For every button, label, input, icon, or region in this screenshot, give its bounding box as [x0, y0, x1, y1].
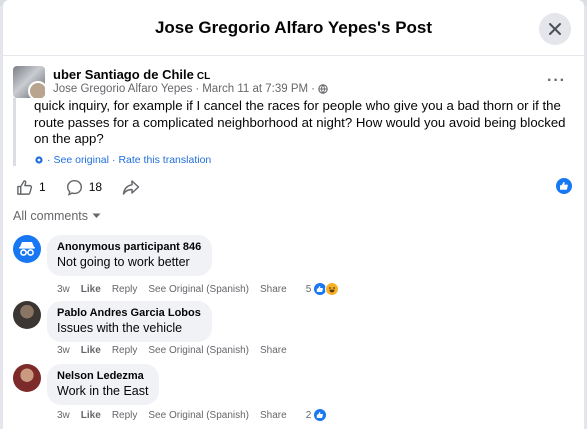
like-count: 1 [39, 180, 46, 194]
commenter-avatar[interactable] [13, 301, 41, 329]
more-options-button[interactable]: ··· [547, 72, 566, 90]
settings-icon[interactable] [34, 155, 44, 165]
comment-bubble: Anonymous participant 846 Not going to w… [47, 235, 213, 276]
meta-separator: · [195, 83, 200, 95]
page-avatar[interactable] [13, 66, 45, 98]
comment-reply-button[interactable]: Reply [112, 410, 138, 421]
comment-time[interactable]: 3w [57, 284, 70, 295]
comment-author[interactable]: Pablo Andres Garcia Lobos [57, 306, 201, 320]
anonymous-avatar[interactable] [13, 235, 41, 263]
see-original-button[interactable]: See Original (Spanish) [148, 345, 249, 356]
comment-time[interactable]: 3w [57, 345, 70, 356]
comment-actions: 3w Like Reply See Original (Spanish) Sha… [57, 282, 340, 296]
like-icon [313, 408, 328, 422]
comment-share-button[interactable]: Share [260, 284, 287, 295]
post-meta: Jose Gregorio Alfaro Yepes · March 11 at… [53, 83, 328, 95]
comment-bubble: Nelson Ledezma Work in the East [47, 364, 160, 405]
page-name[interactable]: uber Santiago de Chile CL [53, 67, 210, 82]
comment-share-button[interactable]: Share [260, 345, 287, 356]
author-name[interactable]: Jose Gregorio Alfaro Yepes [53, 83, 192, 95]
like-reaction-icon [556, 178, 572, 194]
close-button[interactable] [539, 13, 571, 45]
share-icon [122, 179, 140, 195]
translate-separator: · [111, 153, 116, 166]
comment-filter-label[interactable]: All comments [13, 209, 88, 223]
comment-reactions[interactable]: 2 [306, 408, 328, 422]
comment-time[interactable]: 3w [57, 410, 70, 421]
comment-count: 18 [88, 180, 103, 194]
close-icon [549, 23, 561, 35]
comment-like-button[interactable]: Like [81, 345, 101, 356]
comment-icon [66, 179, 82, 196]
anonymous-icon [19, 242, 35, 256]
comment-author[interactable]: Nelson Ledezma [57, 369, 148, 383]
reaction-count: 5 [305, 283, 312, 295]
page-name-text[interactable]: uber Santiago de Chile [53, 67, 194, 82]
post-dialog: Jose Gregorio Alfaro Yepes's Post uber S… [3, 0, 584, 429]
like-button[interactable]: 1 [16, 179, 46, 196]
post-date[interactable]: March 11 at 7:39 PM [202, 83, 308, 95]
comment-like-button[interactable]: Like [81, 410, 101, 421]
thumbs-up-icon [17, 179, 33, 195]
reaction-summary[interactable] [556, 178, 572, 199]
caret-down-icon [92, 213, 101, 218]
comment-text: Issues with the vehicle [57, 321, 183, 335]
comment-actions: 3w Like Reply See Original (Spanish) Sha… [57, 345, 287, 356]
share-button[interactable] [122, 179, 140, 196]
translate-separator: · [47, 153, 51, 166]
reaction-count: 2 [305, 409, 312, 421]
haha-icon [325, 282, 340, 296]
comment-actions: 3w Like Reply See Original (Spanish) Sha… [57, 408, 328, 422]
comment-reply-button[interactable]: Reply [112, 284, 138, 295]
comment-item: Anonymous participant 846 Not going to w… [13, 235, 574, 297]
commenter-avatar[interactable] [13, 364, 41, 392]
comment-item: Pablo Andres Garcia Lobos Issues with th… [13, 301, 574, 361]
translation-bar: · See original · Rate this translation [34, 154, 574, 166]
globe-icon [318, 84, 328, 94]
comment-reactions[interactable]: 5 [306, 282, 340, 296]
comment-bubble: Pablo Andres Garcia Lobos Issues with th… [47, 301, 212, 342]
see-original-button[interactable]: See Original (Spanish) [148, 284, 249, 295]
post-header: uber Santiago de Chile CL Jose Gregorio A… [13, 66, 574, 100]
comment-like-button[interactable]: Like [81, 284, 101, 295]
comment-item: Nelson Ledezma Work in the East 3w Like … [13, 364, 574, 426]
comment-share-button[interactable]: Share [260, 410, 287, 421]
rate-translation-link[interactable]: Rate this translation [118, 154, 211, 166]
meta-separator: · [311, 83, 315, 95]
author-avatar [28, 81, 45, 98]
see-original-link[interactable]: See original [54, 154, 109, 166]
comment-reply-button[interactable]: Reply [112, 345, 138, 356]
post-text: quick inquiry, for example if I cancel t… [34, 98, 566, 146]
comment-filter[interactable]: All comments [13, 209, 101, 223]
dialog-title: Jose Gregorio Alfaro Yepes's Post [154, 17, 433, 37]
post-content: quick inquiry, for example if I cancel t… [13, 98, 574, 166]
comment-button[interactable]: 18 [66, 179, 102, 196]
see-original-button[interactable]: See Original (Spanish) [148, 410, 249, 421]
comment-author[interactable]: Anonymous participant 846 [57, 240, 201, 254]
post-actions: 1 18 [16, 176, 574, 198]
country-code: CL [196, 71, 211, 82]
comment-text: Not going to work better [57, 255, 190, 269]
dialog-header: Jose Gregorio Alfaro Yepes's Post [3, 0, 584, 56]
comment-text: Work in the East [57, 384, 149, 398]
